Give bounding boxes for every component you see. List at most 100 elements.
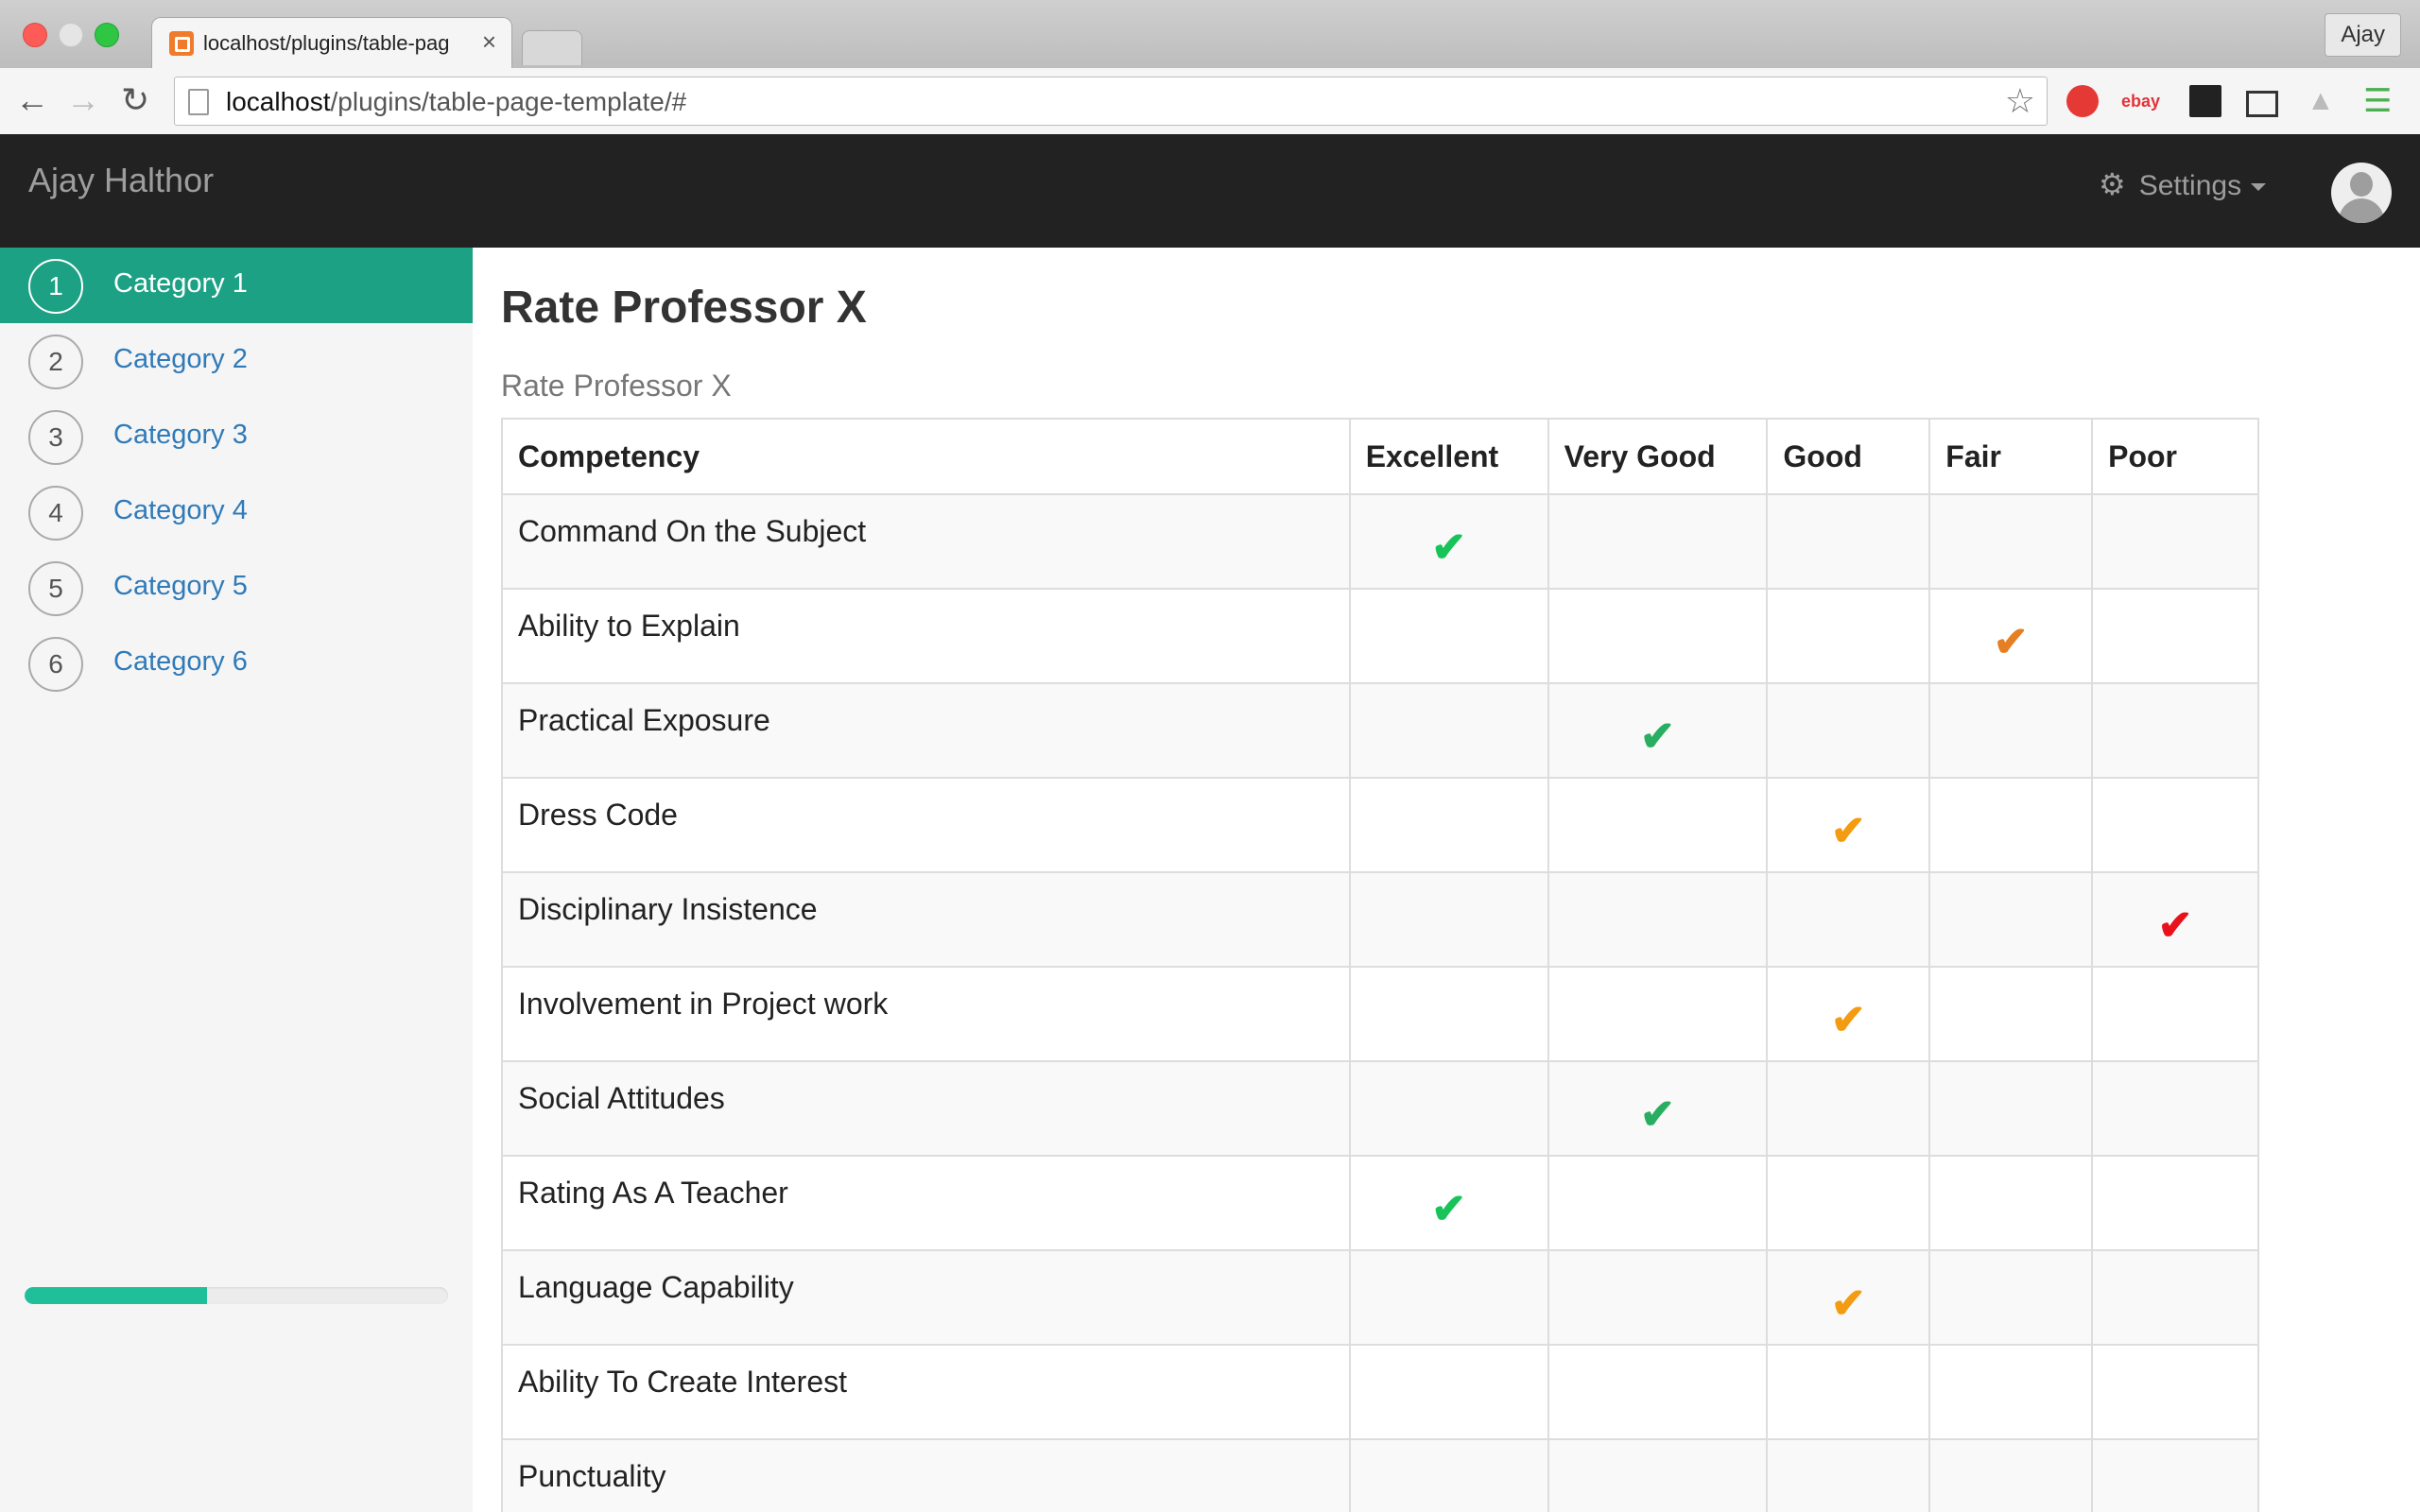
column-header-good: Good [1766, 418, 1931, 495]
rating-cell-good[interactable]: ✔ [1766, 1249, 1931, 1346]
adblock-extension-icon[interactable] [2066, 85, 2099, 117]
rating-cell-fair[interactable] [1928, 1438, 2094, 1512]
rating-cell-poor[interactable] [2091, 777, 2259, 873]
rating-cell-good[interactable] [1766, 1060, 1931, 1157]
table-row: Practical Exposure ✔ [501, 682, 2259, 779]
brand-link[interactable]: Ajay Halthor [28, 161, 214, 200]
gear-icon: ⚙ [2099, 167, 2126, 201]
rating-cell-excellent[interactable] [1348, 1060, 1549, 1157]
rating-cell-excellent[interactable] [1348, 588, 1549, 684]
rating-cell-excellent[interactable] [1348, 1438, 1549, 1512]
rating-cell-fair[interactable] [1928, 1155, 2094, 1251]
terminal-extension-icon[interactable] [2189, 85, 2221, 117]
sidebar-item-category-4[interactable]: 4 Category 4 [0, 474, 473, 550]
rating-cell-very-good[interactable] [1547, 871, 1769, 968]
rating-cell-poor[interactable] [2091, 1249, 2259, 1346]
sidebar-item-category-3[interactable]: 3 Category 3 [0, 399, 473, 474]
rating-cell-poor[interactable] [2091, 588, 2259, 684]
competency-cell: Disciplinary Insistence [501, 871, 1351, 968]
rating-cell-excellent[interactable] [1348, 777, 1549, 873]
rating-cell-good[interactable]: ✔ [1766, 966, 1931, 1062]
bookmark-star-icon[interactable]: ☆ [2005, 81, 2035, 121]
rating-cell-good[interactable] [1766, 871, 1931, 968]
browser-tab-active[interactable]: localhost/plugins/table-pag × [151, 17, 512, 69]
rating-cell-excellent[interactable] [1348, 1249, 1549, 1346]
tab-close-icon[interactable]: × [482, 27, 496, 57]
user-avatar[interactable] [2331, 163, 2392, 223]
rating-cell-poor[interactable]: ✔ [2091, 871, 2259, 968]
checkmark-icon: ✔ [2157, 902, 2193, 949]
rating-cell-fair[interactable] [1928, 1060, 2094, 1157]
sidebar-item-label: Category 3 [113, 420, 248, 450]
rating-cell-good[interactable] [1766, 1438, 1931, 1512]
rating-cell-poor[interactable] [2091, 1344, 2259, 1440]
rating-cell-poor[interactable] [2091, 1438, 2259, 1512]
rating-cell-excellent[interactable] [1348, 682, 1549, 779]
rating-cell-good[interactable] [1766, 682, 1931, 779]
window-close-button[interactable] [23, 23, 47, 47]
rating-cell-very-good[interactable] [1547, 1344, 1769, 1440]
rating-cell-poor[interactable] [2091, 682, 2259, 779]
rating-cell-excellent[interactable] [1348, 1344, 1549, 1440]
back-arrow-icon[interactable]: ← [15, 81, 49, 119]
new-tab-button[interactable] [522, 30, 582, 65]
profile-button[interactable]: Ajay [2325, 13, 2401, 57]
rating-cell-fair[interactable] [1928, 966, 2094, 1062]
rating-cell-fair[interactable] [1928, 493, 2094, 590]
sidebar-item-category-2[interactable]: 2 Category 2 [0, 323, 473, 399]
checkmark-icon: ✔ [1830, 997, 1866, 1043]
sidebar-item-category-5[interactable]: 5 Category 5 [0, 550, 473, 626]
competency-cell: Involvement in Project work [501, 966, 1351, 1062]
reload-icon[interactable]: ↻ [121, 81, 149, 119]
rating-cell-very-good[interactable] [1547, 1249, 1769, 1346]
rating-cell-fair[interactable] [1928, 777, 2094, 873]
rating-cell-very-good[interactable]: ✔ [1547, 1060, 1769, 1157]
rating-cell-very-good[interactable] [1547, 588, 1769, 684]
url-text[interactable]: localhost/plugins/table-page-template/# [226, 87, 686, 117]
cast-extension-icon[interactable] [2246, 91, 2278, 117]
rating-cell-fair[interactable] [1928, 1344, 2094, 1440]
rating-cell-good[interactable] [1766, 1155, 1931, 1251]
page-icon [188, 89, 209, 115]
rating-cell-poor[interactable] [2091, 493, 2259, 590]
rating-cell-very-good[interactable] [1547, 1155, 1769, 1251]
rating-cell-fair[interactable] [1928, 682, 2094, 779]
rating-cell-excellent[interactable]: ✔ [1348, 493, 1549, 590]
rating-cell-good[interactable] [1766, 493, 1931, 590]
window-zoom-button[interactable] [95, 23, 119, 47]
forward-arrow-icon[interactable]: → [66, 81, 100, 119]
ebay-extension-icon[interactable]: ebay [2121, 85, 2163, 117]
rating-cell-very-good[interactable] [1547, 966, 1769, 1062]
rating-cell-fair[interactable]: ✔ [1928, 588, 2094, 684]
column-header-excellent: Excellent [1348, 418, 1549, 495]
rating-cell-poor[interactable] [2091, 1060, 2259, 1157]
window-minimize-button[interactable] [59, 23, 83, 47]
checkmark-icon: ✔ [1640, 713, 1675, 760]
checkmark-icon: ✔ [1640, 1091, 1675, 1138]
chrome-menu-icon[interactable]: ☰ [2363, 85, 2395, 117]
rating-cell-very-good[interactable] [1547, 1438, 1769, 1512]
rating-cell-excellent[interactable] [1348, 966, 1549, 1062]
sidebar-item-category-6[interactable]: 6 Category 6 [0, 626, 473, 701]
table-row: Social Attitudes ✔ [501, 1060, 2259, 1157]
rating-cell-poor[interactable] [2091, 966, 2259, 1062]
rating-cell-very-good[interactable] [1547, 777, 1769, 873]
step-number-badge: 5 [28, 561, 83, 616]
rating-cell-good[interactable] [1766, 588, 1931, 684]
competency-cell: Ability to Explain [501, 588, 1351, 684]
rating-cell-fair[interactable] [1928, 1249, 2094, 1346]
rating-cell-poor[interactable] [2091, 1155, 2259, 1251]
rating-cell-good[interactable] [1766, 1344, 1931, 1440]
drive-extension-icon[interactable]: ▲ [2307, 85, 2339, 117]
rating-cell-excellent[interactable] [1348, 871, 1549, 968]
table-row: Command On the Subject ✔ [501, 493, 2259, 590]
rating-cell-fair[interactable] [1928, 871, 2094, 968]
sidebar-item-category-1[interactable]: 1 Category 1 [0, 248, 473, 323]
checkmark-icon: ✔ [1431, 1186, 1467, 1232]
rating-cell-good[interactable]: ✔ [1766, 777, 1931, 873]
settings-dropdown[interactable]: ⚙ Settings [2099, 166, 2267, 202]
rating-cell-very-good[interactable] [1547, 493, 1769, 590]
address-bar[interactable]: localhost/plugins/table-page-template/# … [174, 77, 2048, 126]
rating-cell-excellent[interactable]: ✔ [1348, 1155, 1549, 1251]
rating-cell-very-good[interactable]: ✔ [1547, 682, 1769, 779]
